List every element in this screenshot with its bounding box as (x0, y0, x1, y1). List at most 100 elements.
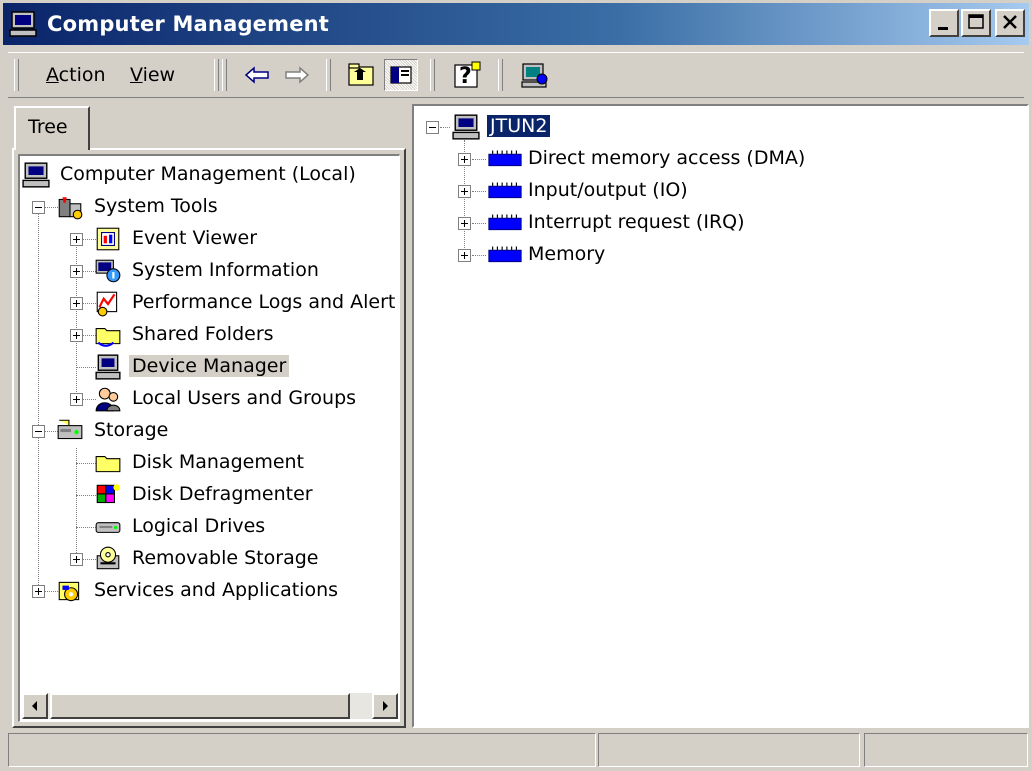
back-arrow-icon (244, 66, 269, 84)
forward-button[interactable] (280, 59, 314, 91)
device-category-label: Input/output (IO) (528, 179, 688, 201)
collapse-button[interactable] (32, 201, 45, 214)
help-icon: ? (454, 61, 481, 89)
users-icon (95, 387, 121, 412)
up-one-level-button[interactable] (344, 59, 378, 91)
tree-node[interactable]: Computer Management (Local) (20, 160, 399, 190)
tree-node[interactable]: System Information (20, 256, 399, 286)
computer-icon (22, 162, 50, 188)
tree-node-label: Local Users and Groups (132, 387, 357, 409)
window-title: Computer Management (47, 12, 330, 36)
expand-button[interactable] (458, 217, 471, 230)
up-one-level-icon (348, 63, 374, 86)
tree-node-label: Disk Management (132, 451, 305, 473)
tree-node[interactable]: Storage (20, 416, 399, 446)
collapse-button[interactable] (32, 425, 45, 438)
tree-node-label: Shared Folders (132, 323, 274, 345)
title-bar[interactable]: Computer Management (3, 3, 1029, 45)
expand-button[interactable] (458, 185, 471, 198)
tree-connector (76, 463, 96, 465)
tree-node-label: System Information (132, 259, 319, 281)
tree-node[interactable]: Disk Defragmenter (20, 480, 399, 510)
computer-icon (452, 114, 480, 140)
computer-properties-button[interactable] (518, 59, 552, 91)
services-icon (58, 581, 80, 602)
collapse-button[interactable] (426, 121, 439, 134)
tree-node-label: Computer Management (Local) (60, 163, 356, 185)
expand-button[interactable] (70, 553, 83, 566)
performance-icon (96, 291, 118, 317)
tree-node[interactable]: System Tools (20, 192, 399, 222)
device-category-label: Memory (528, 243, 606, 265)
toolbar-separator-3 (430, 59, 435, 91)
device-category[interactable]: Interrupt request (IRQ) (414, 208, 1014, 238)
defrag-icon (96, 484, 120, 504)
tab-tree[interactable]: Tree (14, 106, 90, 150)
status-bar-panel-2 (598, 733, 860, 767)
scroll-left-button[interactable] (22, 693, 48, 719)
status-bar-panel-1 (8, 733, 596, 767)
device-category[interactable]: Input/output (IO) (414, 176, 1014, 206)
expand-button[interactable] (70, 393, 83, 406)
tree-frame: Computer Management (Local) System Tools E… (12, 148, 406, 728)
tree-node[interactable]: Shared Folders (20, 320, 399, 350)
details-pane[interactable]: JTUN2 Direct memory access (DMA) Input/out… (412, 104, 1029, 728)
expand-button[interactable] (70, 329, 83, 342)
expand-button[interactable] (458, 249, 471, 262)
tree-node[interactable]: Services and Applications (20, 576, 399, 606)
help-button[interactable]: ? (450, 59, 484, 91)
tree-node[interactable]: Disk Management (20, 448, 399, 478)
device-manager-icon (95, 354, 121, 380)
computer-management-icon (9, 11, 37, 37)
removable-storage-icon (96, 546, 120, 570)
tree-node[interactable]: Device Manager (20, 352, 399, 382)
show-hide-tree-icon (390, 66, 412, 84)
toolbar-separator-4 (498, 59, 503, 91)
menu-view[interactable]: View (130, 64, 175, 86)
tree-node-label: Performance Logs and Alert (132, 291, 396, 313)
tree-node-label: System Tools (94, 195, 218, 217)
toolbar-grip[interactable] (14, 59, 19, 91)
back-button[interactable] (240, 59, 274, 91)
forward-arrow-icon (285, 66, 310, 84)
minimize-button[interactable] (929, 9, 959, 37)
maximize-icon (968, 14, 984, 29)
device-category[interactable]: Direct memory access (DMA) (414, 144, 1014, 174)
scrollbar-thumb[interactable] (50, 693, 350, 719)
tree-node[interactable]: Event Viewer (20, 224, 399, 254)
computer-properties-icon (521, 63, 548, 88)
show-hide-tree-button[interactable] (384, 59, 418, 91)
expand-button[interactable] (70, 233, 83, 246)
toolbar-separator (214, 59, 219, 91)
scroll-right-button[interactable] (372, 693, 398, 719)
expand-button[interactable] (70, 297, 83, 310)
drive-icon (95, 522, 121, 533)
device-tree-root-label: JTUN2 (487, 115, 551, 137)
chip-icon (488, 246, 522, 263)
expand-button[interactable] (70, 265, 83, 278)
device-category-label: Interrupt request (IRQ) (528, 211, 745, 233)
menu-action[interactable]: Action (46, 64, 106, 86)
shared-folder-icon (95, 328, 121, 347)
close-button[interactable] (995, 9, 1025, 37)
maximize-button[interactable] (961, 9, 991, 37)
expand-button[interactable] (458, 153, 471, 166)
menu-action-accel: A (46, 64, 59, 86)
tree-connector (76, 527, 96, 529)
tree-node[interactable]: Removable Storage (20, 544, 399, 574)
system-info-icon (95, 259, 121, 283)
tree-node-label: Removable Storage (132, 547, 319, 569)
console-tree[interactable]: Computer Management (Local) System Tools E… (18, 154, 400, 722)
device-category[interactable]: Memory (414, 240, 1014, 270)
device-category-label: Direct memory access (DMA) (528, 147, 806, 169)
device-tree-root[interactable]: JTUN2 (414, 112, 1014, 142)
tree-node[interactable]: Logical Drives (20, 512, 399, 542)
close-icon (1003, 15, 1017, 29)
horizontal-scrollbar[interactable] (22, 693, 398, 719)
tree-node[interactable]: Performance Logs and Alert (20, 288, 399, 318)
tree-connector (472, 191, 486, 193)
expand-button[interactable] (32, 585, 45, 598)
toolbar-grip-2[interactable] (222, 59, 227, 91)
tree-node[interactable]: Local Users and Groups (20, 384, 399, 414)
tree-connector (472, 223, 486, 225)
